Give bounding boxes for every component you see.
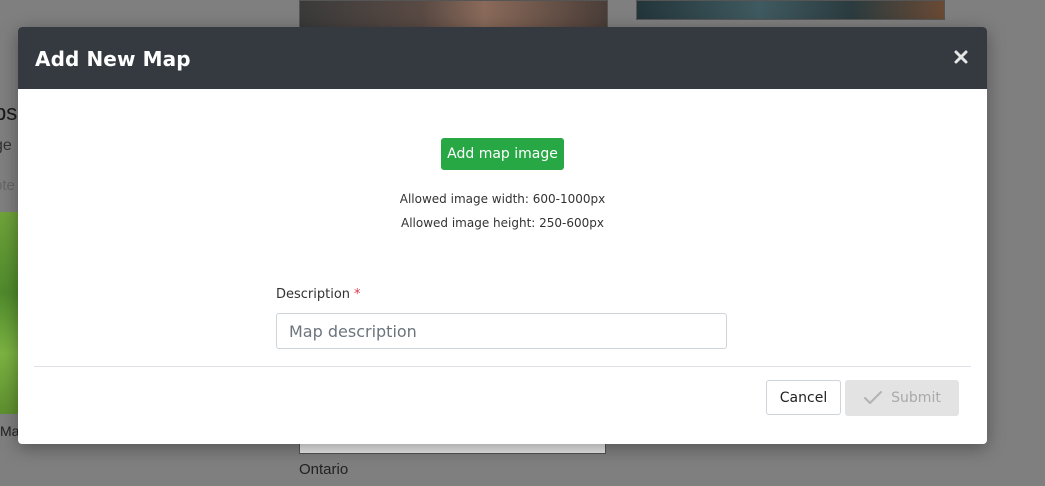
submit-label: Submit: [891, 390, 941, 406]
close-icon: [954, 50, 968, 64]
description-label: Description *: [276, 287, 361, 302]
allowed-width-text: Allowed image width: 600-1000px: [399, 192, 606, 206]
required-marker: *: [354, 287, 361, 302]
background-heading: ps: [0, 100, 18, 125]
add-map-modal: Add New Map Add map image Allowed image …: [18, 27, 987, 444]
add-map-image-button[interactable]: Add map image: [441, 138, 564, 170]
background-text: ge: [0, 137, 12, 154]
cancel-button[interactable]: Cancel: [766, 380, 841, 415]
background-map-caption: Ma: [0, 423, 20, 439]
background-photo-caption: Ontario: [299, 461, 349, 478]
close-button[interactable]: [949, 45, 973, 69]
description-input[interactable]: [276, 313, 727, 349]
modal-header: Add New Map: [18, 27, 987, 89]
footer-divider: [34, 366, 971, 367]
background-photo: [299, 0, 608, 30]
allowed-height-text: Allowed image height: 250-600px: [400, 216, 604, 230]
modal-title: Add New Map: [35, 47, 191, 71]
background-photo: [636, 0, 945, 20]
description-label-text: Description: [276, 287, 351, 302]
submit-button[interactable]: Submit: [845, 380, 959, 416]
background-map-thumbnail: [299, 444, 606, 454]
check-icon: [864, 391, 883, 404]
background-map-thumbnail: [0, 212, 18, 414]
background-text: ote: [0, 177, 15, 194]
